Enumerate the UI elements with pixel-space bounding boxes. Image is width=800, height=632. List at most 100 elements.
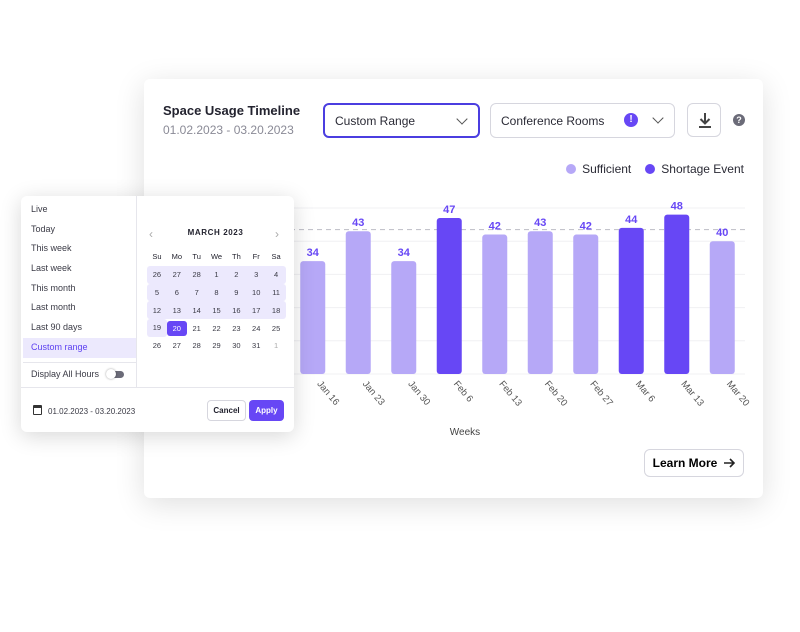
cancel-button[interactable]: Cancel [207,400,246,421]
preset-item[interactable]: Last week [23,259,136,279]
calendar-day[interactable]: 27 [167,270,187,279]
calendar-day[interactable]: 26 [147,270,167,279]
bar [573,234,599,374]
bar [300,261,326,374]
display-all-hours-label: Display All Hours [31,369,100,379]
bar [664,214,690,374]
calendar-day[interactable]: 22 [207,324,227,333]
weekday-label: Sa [271,252,281,262]
calendar-day[interactable]: 29 [207,341,227,350]
weekday-row: Su Mo Tu We Th Fr Sa [147,248,286,266]
weekday-label: Tu [192,252,201,262]
calendar-day[interactable]: 13 [167,306,187,315]
tick-label: Jan 16 [314,379,341,408]
data-label: 43 [352,217,364,229]
weekday-label: Th [231,252,241,262]
display-all-hours-toggle[interactable] [106,369,124,379]
tick-label: Feb 27 [587,379,614,409]
calendar-day[interactable]: 24 [246,324,266,333]
calendar-day[interactable]: 1 [207,270,227,279]
arrow-right-icon [724,458,736,468]
calendar-day[interactable]: 28 [187,341,207,350]
date-range-picker: Live Today This week Last week This month Las… [21,196,294,432]
calendar-week: 12 13 14 15 16 17 18 [147,301,286,320]
tick-label: Mar 20 [724,379,751,409]
bar [391,261,417,374]
calendar-day[interactable]: 17 [246,306,266,315]
calendar-grid: Su Mo Tu We Th Fr Sa 26 27 28 1 2 3 4 5 6 7 8 9 10 11 12 13 14 1… [147,248,286,355]
tick-label: Mar 13 [678,379,705,409]
calendar-day[interactable]: 12 [147,306,167,315]
weekday-label: Fr [252,252,260,262]
calendar-day[interactable]: 21 [187,324,207,333]
data-label: 42 [580,221,592,233]
tick-label: Jan 23 [360,379,387,408]
tick-label: Jan 30 [405,379,432,408]
bar [345,231,371,374]
calendar-day[interactable]: 26 [147,341,167,350]
calendar-day[interactable]: 27 [167,341,187,350]
calendar-week: 19 20 21 22 23 24 25 [147,319,286,337]
calendar-day[interactable]: 15 [207,306,227,315]
calendar-day[interactable]: 23 [226,324,246,333]
calendar-day[interactable]: 16 [226,306,246,315]
calendar-day[interactable]: 18 [266,306,286,315]
calendar-day[interactable]: 9 [226,288,246,297]
calendar-day[interactable]: 3 [246,270,266,279]
tick-label: Feb 6 [451,379,475,405]
bar [482,234,508,374]
calendar-month: MARCH 2023 [187,228,244,237]
data-label: 34 [307,247,320,259]
calendar-week: 26 27 28 1 2 3 4 [147,265,286,284]
calendar-day[interactable]: 20 [166,320,187,336]
calendar-day[interactable]: 2 [226,270,246,279]
data-label: 44 [625,214,638,226]
calendar-day[interactable]: 30 [226,341,246,350]
preset-item[interactable]: This week [23,239,136,259]
divider [136,196,137,387]
bar [709,241,735,374]
preset-item[interactable]: This month [23,279,136,299]
calendar-day[interactable]: 28 [187,270,207,279]
learn-more-button[interactable]: Learn More [644,449,744,477]
data-label: 40 [716,227,728,239]
calendar-icon [33,405,42,415]
preset-item[interactable]: Last 90 days [23,318,136,338]
data-label: 42 [489,221,501,233]
calendar-day[interactable]: 14 [187,306,207,315]
calendar-day[interactable]: 1 [266,341,286,350]
bar [618,227,644,374]
calendar-day[interactable]: 10 [246,288,266,297]
calendar-day[interactable]: 11 [266,288,286,297]
calendar-day[interactable]: 4 [266,270,286,279]
calendar-day[interactable]: 8 [207,288,227,297]
calendar-week: 26 27 28 29 30 31 1 [147,337,286,355]
preset-list: Live Today This week Last week This month Las… [23,200,136,358]
selected-range-text: 01.02.2023 - 03.20.2023 [48,407,136,416]
learn-more-label: Learn More [652,456,718,470]
weekday-label: Mo [171,252,182,262]
calendar-day[interactable]: 31 [246,341,266,350]
bar [436,217,462,374]
divider [21,387,294,388]
weekday-label: We [210,252,223,262]
calendar-day[interactable]: 7 [187,288,207,297]
data-label: 43 [534,217,546,229]
bar [527,231,553,374]
apply-button[interactable]: Apply [249,400,284,421]
tick-label: Feb 20 [542,379,569,409]
calendar-week: 5 6 7 8 9 10 11 [147,283,286,302]
calendar-day[interactable]: 19 [147,319,167,337]
calendar-day[interactable]: 6 [167,288,187,297]
x-axis-label: Weeks [450,427,480,438]
divider [23,362,136,363]
preset-item[interactable]: Custom range [23,337,136,358]
tick-label: Mar 6 [633,379,657,405]
calendar-day[interactable]: 5 [147,288,167,297]
calendar-day[interactable]: 25 [266,324,286,333]
preset-item[interactable]: Live [23,200,136,220]
preset-item[interactable]: Last month [23,298,136,318]
preset-item[interactable]: Today [23,220,136,240]
tick-label: Feb 13 [496,379,523,409]
data-label: 47 [443,204,455,216]
